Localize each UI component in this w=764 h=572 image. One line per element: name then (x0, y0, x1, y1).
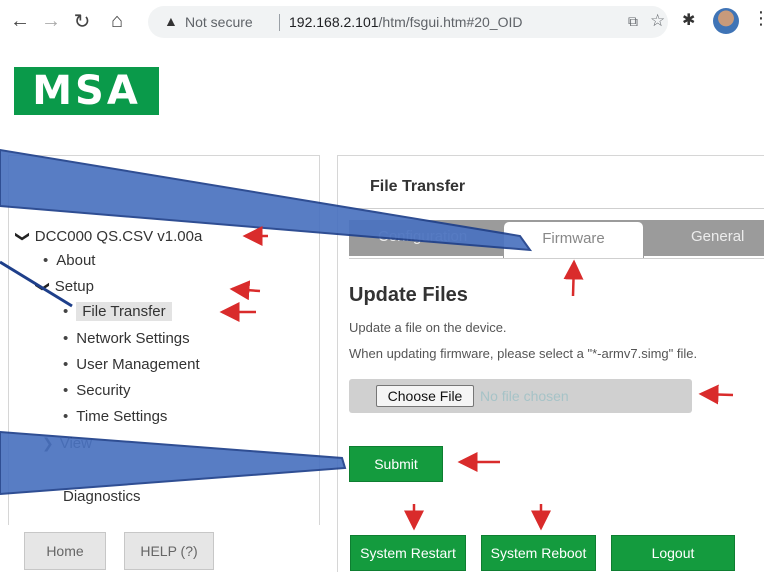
browser-toolbar: ← → ↻ ⌂ ▲ Not secure 192.168.2.101/htm/f… (0, 0, 764, 44)
tab-divider (349, 258, 764, 259)
tree-item-network-settings-label: Network Settings (76, 330, 190, 347)
browser-menu-icon[interactable]: ⋮ (752, 8, 764, 29)
title-divider (349, 208, 764, 209)
bullet-icon: • (63, 303, 69, 320)
tree-item-security[interactable]: • Security (63, 382, 130, 399)
warning-icon: ▲ (164, 13, 178, 29)
bullet-icon: • (63, 382, 69, 399)
bullet-icon: • (63, 330, 69, 347)
tree-item-about[interactable]: • About (43, 252, 95, 269)
address-divider (279, 14, 280, 31)
reload-icon[interactable]: ↻ (68, 7, 96, 35)
url-path: /htm/fsgui.htm#20_OID (378, 14, 523, 30)
tree-item-setup[interactable]: ❯ Setup (35, 278, 94, 295)
tab-firmware[interactable]: Firmware (503, 221, 644, 259)
address-bar[interactable]: ▲ Not secure 192.168.2.101/htm/fsgui.htm… (148, 6, 668, 38)
url-host: 192.168.2.101 (289, 14, 379, 30)
system-restart-button[interactable]: System Restart (350, 535, 466, 571)
section-heading: Update Files (349, 284, 468, 306)
logout-button[interactable]: Logout (611, 535, 735, 571)
tree-item-view[interactable]: ❯ View (42, 435, 92, 452)
tree-item-file-transfer-label: File Transfer (76, 302, 172, 321)
description-line-1: Update a file on the device. (349, 320, 507, 335)
back-icon[interactable]: ← (6, 7, 34, 35)
description-line-2: When updating firmware, please select a … (349, 346, 698, 361)
choose-file-button[interactable]: Choose File (376, 385, 474, 407)
bookmark-star-icon[interactable]: ☆ (650, 11, 665, 31)
chevron-right-icon: ❯ (42, 435, 54, 451)
forward-icon[interactable]: → (37, 7, 65, 35)
tree-root-label: DCC000 QS.CSV v1.00a (34, 228, 203, 245)
panel-title: File Transfer (370, 178, 466, 195)
tree-item-diagnostics-label: Diagnostics (63, 488, 141, 505)
tree-item-network-settings[interactable]: • Network Settings (63, 330, 190, 347)
tree-item-diagnostics[interactable]: Diagnostics (63, 488, 141, 505)
bullet-icon: • (63, 356, 69, 373)
url-text: 192.168.2.101/htm/fsgui.htm#20_OID (289, 14, 522, 30)
home-button[interactable]: Home (24, 532, 106, 570)
tree-item-user-management-label: User Management (76, 356, 200, 373)
help-button[interactable]: HELP (?) (124, 532, 214, 570)
tree-item-about-label: About (56, 252, 96, 269)
tree-item-view-label: View (59, 435, 92, 452)
bullet-icon: • (43, 252, 49, 269)
chevron-down-icon: ❯ (35, 280, 52, 293)
msa-logo: MSA (14, 67, 159, 115)
profile-avatar[interactable] (713, 8, 739, 34)
content-panel (337, 155, 764, 572)
tab-configuration[interactable]: Configuration (378, 228, 467, 245)
share-icon[interactable]: ⧉ (628, 13, 638, 30)
tree-item-file-transfer[interactable]: • File Transfer (63, 302, 172, 321)
security-label: Not secure (185, 14, 253, 30)
tree-root[interactable]: ❯ DCC000 QS.CSV v1.00a (15, 228, 203, 245)
chevron-down-icon: ❯ (15, 230, 32, 243)
tree-item-user-management[interactable]: • User Management (63, 356, 200, 373)
tree-item-time-settings-label: Time Settings (76, 408, 168, 425)
home-icon[interactable]: ⌂ (103, 7, 131, 35)
no-file-chosen-label: No file chosen (480, 388, 569, 404)
tree-item-security-label: Security (76, 382, 131, 399)
submit-button[interactable]: Submit (349, 446, 443, 482)
extensions-icon[interactable]: ✱ (682, 10, 695, 30)
bullet-icon: • (63, 408, 69, 425)
tab-general[interactable]: General (691, 228, 744, 245)
tree-item-time-settings[interactable]: • Time Settings (63, 408, 167, 425)
system-reboot-button[interactable]: System Reboot (481, 535, 596, 571)
tree-item-setup-label: Setup (54, 278, 94, 295)
